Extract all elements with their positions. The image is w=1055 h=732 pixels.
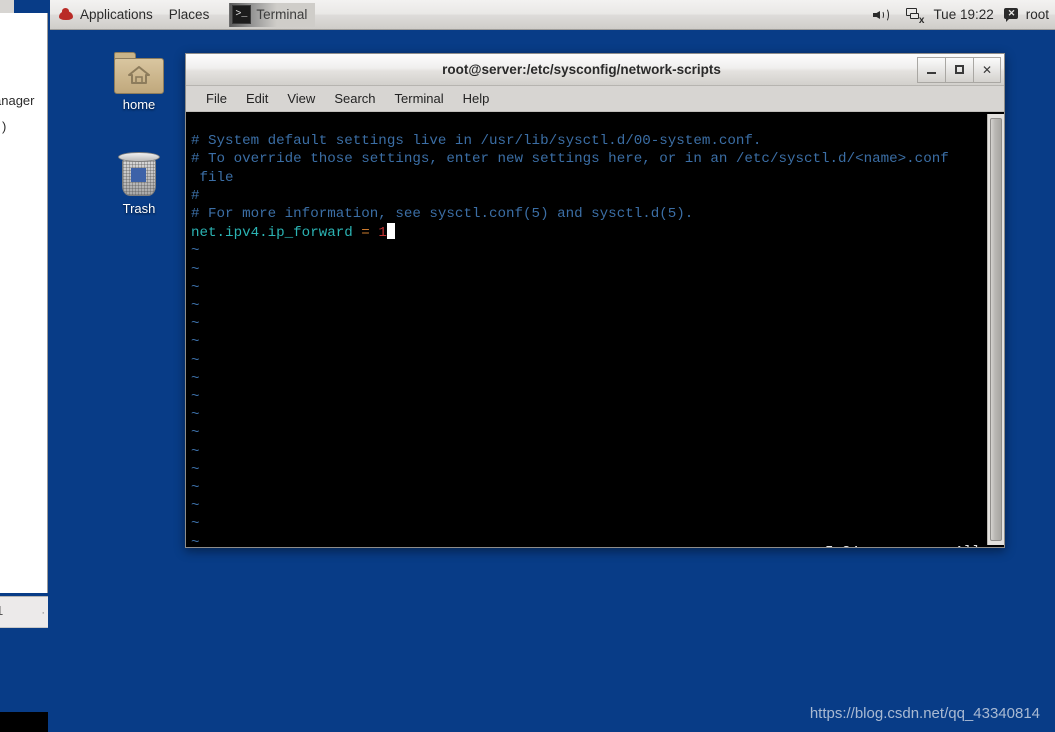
network-disconnected-icon[interactable]: x <box>905 7 924 25</box>
house-glyph-icon <box>128 66 150 84</box>
cursor-position: 5,24 <box>825 544 859 547</box>
maximize-button[interactable] <box>945 56 973 83</box>
menu-file[interactable]: File <box>198 88 235 109</box>
buffer-line-4: # <box>191 187 200 204</box>
text-cursor <box>386 223 395 240</box>
message-icon[interactable]: ✕ <box>1003 7 1019 22</box>
menu-terminal[interactable]: Terminal <box>387 88 452 109</box>
terminal-window[interactable]: root@server:/etc/sysconfig/network-scrip… <box>185 53 1005 548</box>
scroll-indicator: All <box>955 544 981 547</box>
menu-search[interactable]: Search <box>326 88 383 109</box>
menu-edit[interactable]: Edit <box>238 88 276 109</box>
menu-applications[interactable]: Applications <box>50 0 161 29</box>
buffer-line-2: # To override those settings, enter new … <box>191 151 949 168</box>
taskbar-item-terminal-label: Terminal <box>256 7 308 22</box>
redhat-logo-icon <box>58 7 74 22</box>
setting-operator: = <box>352 225 379 242</box>
menu-view[interactable]: View <box>279 88 323 109</box>
background-window-edge <box>0 0 14 13</box>
terminal-scrollbar-thumb[interactable] <box>990 118 1002 541</box>
desktop-icon-home[interactable]: home <box>96 52 182 112</box>
menu-applications-label: Applications <box>80 7 153 22</box>
desktop-icon-home-label: home <box>122 97 156 112</box>
buffer-line-3: file <box>191 169 234 186</box>
user-menu[interactable]: root <box>1019 7 1053 22</box>
desktop-icon-trash[interactable]: Trash <box>96 152 182 216</box>
terminal-icon: >_ <box>232 5 252 24</box>
close-button[interactable]: ✕ <box>973 56 1001 83</box>
desktop-icon-trash-label: Trash <box>122 201 156 216</box>
menu-places-label: Places <box>168 7 210 22</box>
vim-buffer[interactable]: # System default settings live in /usr/l… <box>188 114 987 545</box>
home-folder-icon <box>114 52 164 94</box>
window-title: root@server:/etc/sysconfig/network-scrip… <box>442 62 721 77</box>
empty-line-markers: ~ ~ ~ ~ ~ ~ ~ ~ ~ ~ ~ ~ ~ ~ ~ ~ ~ <box>191 243 200 545</box>
terminal-content-area[interactable]: # System default settings live in /usr/l… <box>186 112 1004 547</box>
buffer-setting-line: net.ipv4.ip_forward = 1 <box>191 223 395 242</box>
background-window-lower-black <box>0 712 48 732</box>
minimize-button[interactable] <box>917 56 945 83</box>
taskbar-item-terminal[interactable]: >_ Terminal <box>229 2 316 27</box>
clock[interactable]: Tue 19:22 <box>923 7 1003 22</box>
background-window-tick: · <box>41 607 45 619</box>
top-panel: Applications Places >_ Terminal x Tue 19… <box>50 0 1055 30</box>
background-window-text-2: ) <box>2 119 7 134</box>
background-window-number: 1 <box>0 603 3 618</box>
setting-value: 1 <box>378 225 387 242</box>
buffer-line-5: # For more information, see sysctl.conf(… <box>191 206 694 223</box>
background-window-upper[interactable]: anager ) <box>0 13 48 593</box>
menubar: File Edit View Search Terminal Help <box>186 86 1004 112</box>
menu-places[interactable]: Places <box>161 0 218 29</box>
terminal-scrollbar[interactable] <box>987 114 1004 545</box>
setting-key: net.ipv4.ip_forward <box>191 225 353 242</box>
terminal-icon-prompt: >_ <box>235 9 248 20</box>
volume-icon[interactable] <box>873 7 891 23</box>
desktop-screen: anager ) 1 · Applications Places >_ Term… <box>0 0 1055 732</box>
window-buttons: ✕ <box>917 56 1001 83</box>
window-titlebar[interactable]: root@server:/etc/sysconfig/network-scrip… <box>186 54 1004 86</box>
trash-icon <box>118 152 160 198</box>
background-window-text-1: anager <box>0 93 35 108</box>
watermark: https://blog.csdn.net/qq_43340814 <box>809 705 1040 722</box>
background-window-statusbar: 1 · <box>0 596 48 628</box>
buffer-line-1: # System default settings live in /usr/l… <box>191 133 762 150</box>
menu-help[interactable]: Help <box>455 88 498 109</box>
